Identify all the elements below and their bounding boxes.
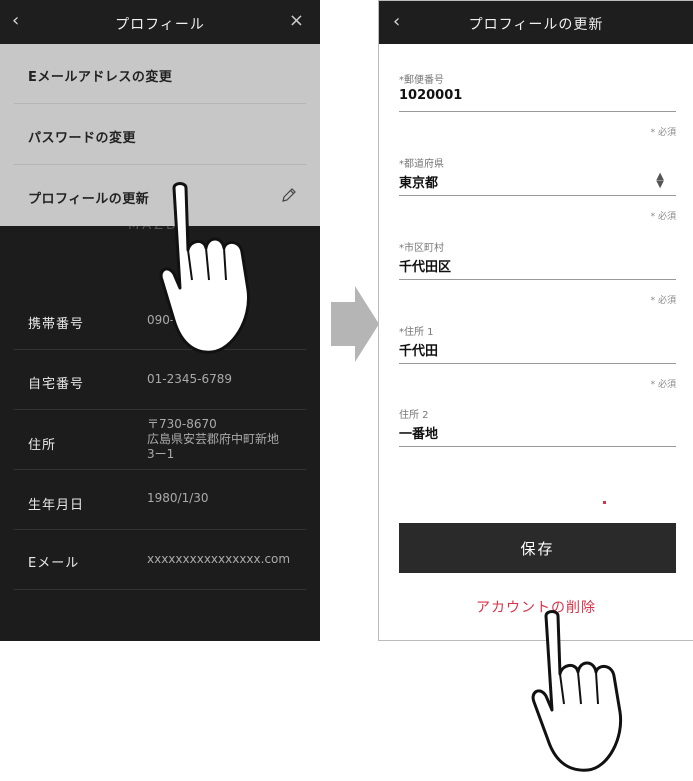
field-label: *都道府県 <box>399 159 444 170</box>
field-underline <box>399 279 676 280</box>
row-value-line: 〒730-8670 <box>147 417 217 431</box>
required-note: * 必須 <box>650 128 676 138</box>
page-title: プロフィールの更新 <box>468 17 604 33</box>
field-label: *住所 1 <box>399 327 434 338</box>
menu-item-change-email[interactable]: Eメールアドレスの変更 <box>14 44 306 104</box>
field-value[interactable]: 千代田区 <box>399 256 451 275</box>
row-value-line: 広島県安芸郡府中町新地 <box>147 432 280 446</box>
row-key: 携帯番号 <box>28 317 85 332</box>
profile-row-birthday: 生年月日 1980/1/30 <box>14 470 306 530</box>
field-label: *郵便番号 <box>399 75 444 86</box>
field-value[interactable]: 一番地 <box>399 423 438 442</box>
row-value: xxxxxxxxxxxxxxxx.com <box>147 552 291 566</box>
header-bar: ‹ プロフィール × <box>0 0 320 44</box>
required-note: * 必須 <box>650 380 676 390</box>
field-underline <box>399 195 676 196</box>
row-key: 自宅番号 <box>28 377 85 392</box>
row-value: 01-2345-6789 <box>147 372 233 386</box>
row-key: Eメール <box>28 556 80 571</box>
decorative-dot <box>603 501 606 504</box>
row-key: 生年月日 <box>28 498 85 513</box>
profile-screen: ‹ プロフィール × MAZD Eメールアドレスの変更 パスワードの変更 プロフ… <box>0 0 320 641</box>
profile-row-email: Eメール xxxxxxxxxxxxxxxx.com <box>14 530 306 590</box>
save-button[interactable]: 保存 <box>399 523 676 573</box>
field-label: *市区町村 <box>399 243 444 254</box>
pointing-hand-icon <box>159 182 251 354</box>
field-value[interactable]: 千代田 <box>399 340 438 359</box>
profile-row-address: 住所 〒730-8670 広島県安芸郡府中町新地 3ー1 <box>14 410 306 470</box>
page-title: プロフィール <box>115 17 205 33</box>
menu-item-label: Eメールアドレスの変更 <box>28 70 173 85</box>
menu-item-label: パスワードの変更 <box>28 131 137 146</box>
field-underline <box>399 446 676 447</box>
field-underline <box>399 111 676 112</box>
select-arrows-icon[interactable]: ▲ ▼ <box>656 172 664 190</box>
pointing-hand-icon <box>531 610 623 772</box>
menu-item-label: プロフィールの更新 <box>28 192 150 207</box>
close-icon[interactable]: × <box>289 10 304 31</box>
menu-item-change-password[interactable]: パスワードの変更 <box>14 105 306 165</box>
row-key: 住所 <box>28 438 57 453</box>
field-underline <box>399 363 676 364</box>
field-label: 住所 2 <box>399 410 429 421</box>
row-value: 1980/1/30 <box>147 491 209 505</box>
header-bar: ‹ プロフィールの更新 <box>379 1 693 44</box>
field-value[interactable]: 東京都 <box>399 172 438 191</box>
required-note: * 必須 <box>650 212 676 222</box>
field-value[interactable]: 1020001 <box>399 88 462 103</box>
pencil-icon <box>282 188 296 202</box>
row-value-line: 3ー1 <box>147 447 175 461</box>
profile-update-screen: ‹ プロフィールの更新 *郵便番号 1020001 * 必須 *都道府県 東京都… <box>378 0 693 641</box>
flow-arrow-icon <box>331 286 379 362</box>
required-note: * 必須 <box>650 296 676 306</box>
